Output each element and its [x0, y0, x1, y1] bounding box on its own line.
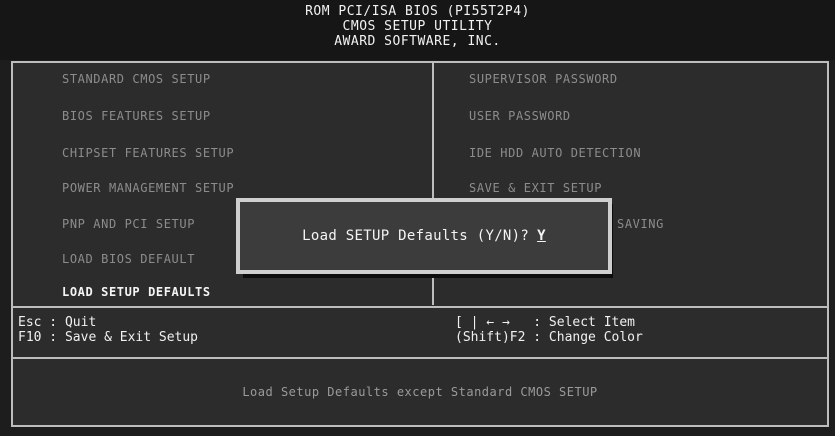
menu-item-bios-features-setup[interactable]: BIOS FEATURES SETUP — [62, 107, 211, 125]
help-change-color: (Shift)F2 : Change Color — [455, 330, 643, 345]
status-description: Load Setup Defaults except Standard CMOS… — [242, 385, 598, 399]
help-divider-top — [11, 306, 829, 308]
menu-item-chipset-features-setup[interactable]: CHIPSET FEATURES SETUP — [62, 144, 234, 162]
header-vendor: AWARD SOFTWARE, INC. — [334, 34, 501, 49]
menu-item-pnp-and-pci-setup[interactable]: PNP AND PCI SETUP — [62, 215, 195, 233]
help-select-item: [ | ← → : Select Item — [455, 315, 636, 330]
menu-item-exit-without-saving[interactable]: SAVING — [617, 215, 664, 233]
menu-item-supervisor-password[interactable]: SUPERVISOR PASSWORD — [469, 70, 618, 88]
menu-item-save-exit-setup[interactable]: SAVE & EXIT SETUP — [469, 179, 602, 197]
header-title: ROM PCI/ISA BIOS (PI55T2P4) — [305, 4, 530, 19]
menu-item-power-management-setup[interactable]: POWER MANAGEMENT SETUP — [62, 179, 234, 197]
dialog-prompt: Load SETUP Defaults (Y/N)? — [302, 228, 530, 244]
status-divider-top — [11, 357, 829, 359]
confirm-dialog-body: Load SETUP Defaults (Y/N)? Y — [240, 202, 608, 270]
menu-item-load-bios-default[interactable]: LOAD BIOS DEFAULT — [62, 250, 195, 268]
menu-item-user-password[interactable]: USER PASSWORD — [469, 107, 571, 125]
confirm-dialog[interactable]: Load SETUP Defaults (Y/N)? Y — [236, 198, 612, 274]
help-f10-save-exit: F10 : Save & Exit Setup — [18, 330, 199, 345]
dialog-answer-input[interactable]: Y — [537, 228, 546, 244]
bios-header: ROM PCI/ISA BIOS (PI55T2P4) CMOS SETUP U… — [0, 0, 835, 60]
bios-screen: ROM PCI/ISA BIOS (PI55T2P4) CMOS SETUP U… — [0, 0, 835, 436]
menu-item-ide-hdd-auto-detection[interactable]: IDE HDD AUTO DETECTION — [469, 144, 641, 162]
menu-item-standard-cmos-setup[interactable]: STANDARD CMOS SETUP — [62, 70, 211, 88]
help-esc-quit: Esc : Quit — [18, 315, 97, 330]
menu-item-load-setup-defaults[interactable]: LOAD SETUP DEFAULTS — [62, 283, 211, 301]
header-subtitle: CMOS SETUP UTILITY — [342, 19, 493, 34]
